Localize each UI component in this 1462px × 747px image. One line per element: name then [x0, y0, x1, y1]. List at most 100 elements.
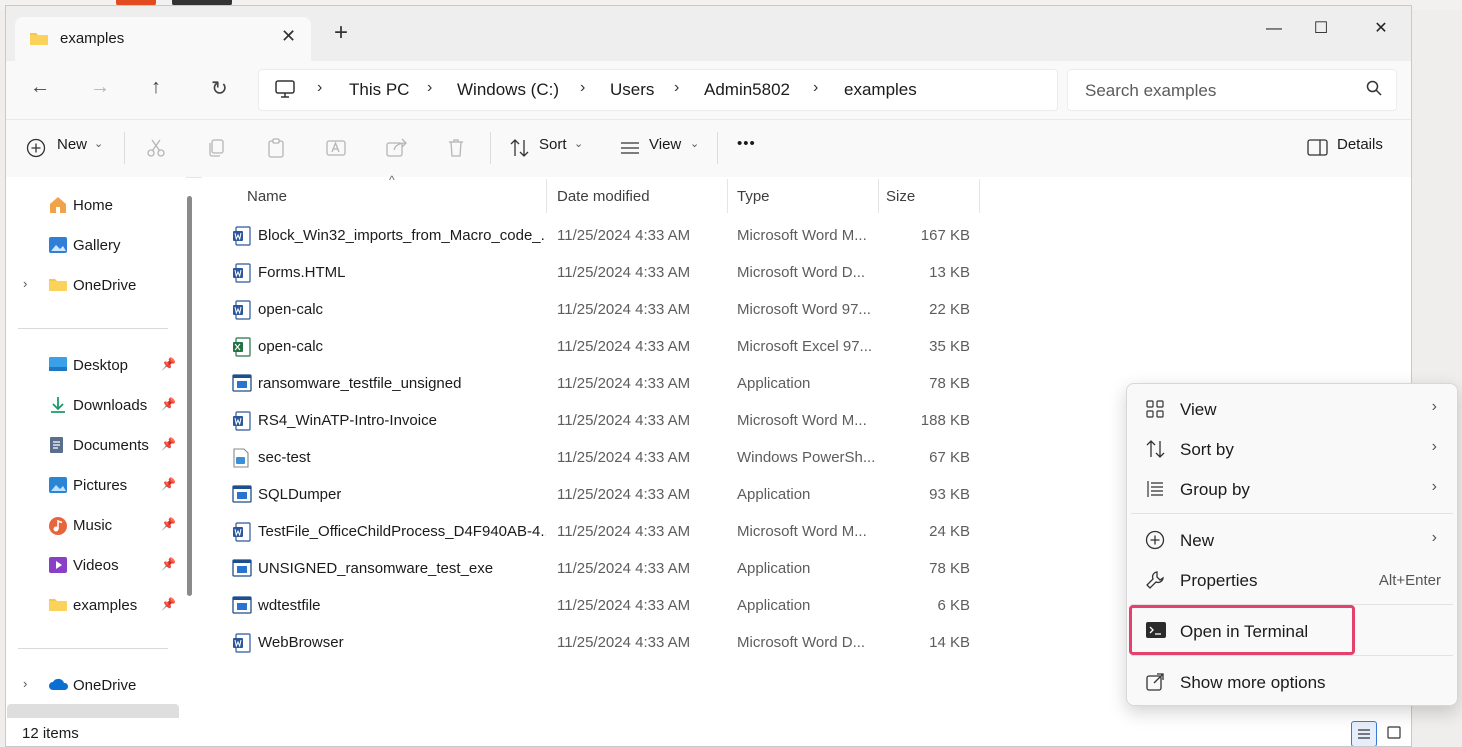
menu-item-view[interactable]: View ›	[1131, 388, 1453, 428]
sidebar-item-music[interactable]: Music 📌	[6, 508, 181, 542]
details-view-button[interactable]	[1351, 721, 1377, 746]
sort-icon	[509, 138, 531, 163]
tiles-view-button[interactable]	[1382, 721, 1406, 745]
pin-icon[interactable]: 📌	[161, 357, 176, 371]
sidebar-item-downloads[interactable]: Downloads 📌	[6, 388, 181, 422]
pin-icon[interactable]: 📌	[161, 437, 176, 451]
column-header-size[interactable]: Size	[879, 181, 979, 215]
rename-icon[interactable]	[326, 138, 348, 163]
breadcrumb-users[interactable]: Users	[610, 80, 654, 100]
file-row[interactable]: UNSIGNED_ransomware_test_exe 11/25/2024 4…	[222, 550, 982, 587]
menu-item-group-by[interactable]: Group by ›	[1131, 468, 1453, 508]
file-row[interactable]: SQLDumper 11/25/2024 4:33 AM Application 93…	[222, 476, 982, 513]
up-button[interactable]: ↑	[151, 76, 161, 99]
file-type: Microsoft Word M...	[737, 412, 867, 429]
sidebar-item-onedrive-folder[interactable]: › OneDrive	[6, 268, 181, 302]
new-tab-button[interactable]: +	[334, 21, 348, 45]
breadcrumb-windows-c[interactable]: Windows (C:)	[457, 80, 559, 100]
menu-item-new[interactable]: New ›	[1131, 519, 1453, 559]
breadcrumb-examples[interactable]: examples	[844, 80, 917, 100]
file-row[interactable]: wdtestfile 11/25/2024 4:33 AM Application 6…	[222, 587, 982, 624]
sort-button[interactable]: Sort	[539, 136, 567, 153]
sidebar-item-documents[interactable]: Documents 📌	[6, 428, 181, 462]
file-type: Microsoft Word M...	[737, 227, 867, 244]
close-tab-icon[interactable]: ✕	[281, 26, 296, 47]
back-button[interactable]: ←	[30, 76, 50, 99]
file-date: 11/25/2024 4:33 AM	[557, 634, 691, 651]
share-icon[interactable]	[386, 138, 408, 163]
file-date: 11/25/2024 4:33 AM	[557, 264, 691, 281]
sidebar-selected-item[interactable]	[7, 704, 179, 718]
copy-icon[interactable]	[206, 138, 226, 163]
pin-icon[interactable]: 📌	[161, 517, 176, 531]
tab-examples[interactable]: examples ✕	[15, 17, 311, 61]
pin-icon[interactable]: 📌	[161, 477, 176, 491]
column-header-name[interactable]: Name ^	[232, 173, 546, 215]
column-header-label: Name	[247, 188, 288, 205]
sidebar-item-label: Videos	[73, 557, 119, 574]
search-icon[interactable]	[1366, 80, 1382, 101]
item-count: 12 items	[22, 725, 79, 742]
sidebar-item-videos[interactable]: Videos 📌	[6, 548, 181, 582]
menu-item-properties[interactable]: Properties Alt+Enter	[1131, 559, 1453, 599]
chevron-right-icon: ›	[1431, 478, 1437, 495]
pin-icon[interactable]: 📌	[161, 597, 176, 611]
chevron-right-icon[interactable]: ›	[23, 676, 27, 691]
refresh-button[interactable]: ↻	[211, 76, 228, 101]
file-row[interactable]: Forms.HTML 11/25/2024 4:33 AM Microsoft Wo…	[222, 254, 982, 291]
forward-button[interactable]: →	[90, 76, 110, 99]
close-window-button[interactable]: ✕	[1358, 12, 1404, 46]
sidebar-item-label: Home	[73, 197, 114, 214]
file-size: 93 KB	[929, 486, 970, 503]
navigation-pane: Home Gallery › OneDrive Desktop 📌 Downlo…	[6, 177, 186, 717]
file-row[interactable]: Block_Win32_imports_from_Macro_code_... 1…	[222, 217, 982, 254]
new-button[interactable]: New	[57, 136, 87, 153]
sidebar-item-gallery[interactable]: Gallery	[6, 228, 181, 262]
file-name: Forms.HTML	[258, 264, 346, 281]
column-header-type[interactable]: Type	[728, 181, 878, 215]
minimize-button[interactable]: —	[1251, 12, 1297, 46]
sidebar-item-onedrive[interactable]: › OneDrive	[6, 668, 181, 702]
delete-icon[interactable]	[446, 138, 466, 163]
breadcrumb-admin[interactable]: Admin5802	[704, 80, 790, 100]
cut-icon[interactable]	[146, 138, 166, 163]
divider	[124, 132, 125, 164]
file-row[interactable]: open-calc 11/25/2024 4:33 AM Microsoft Exc…	[222, 328, 982, 365]
wrench-icon	[1145, 570, 1165, 595]
sidebar-item-examples[interactable]: examples 📌	[6, 588, 181, 622]
file-row[interactable]: open-calc 11/25/2024 4:33 AM Microsoft Wor…	[222, 291, 982, 328]
chevron-right-icon[interactable]: ›	[23, 276, 27, 291]
menu-item-show-more-options[interactable]: Show more options	[1131, 661, 1453, 701]
search-box[interactable]: Search examples	[1067, 69, 1397, 111]
view-button[interactable]: View	[649, 136, 681, 153]
word-document-icon	[232, 263, 252, 288]
file-name: Block_Win32_imports_from_Macro_code_...	[258, 227, 546, 244]
file-name: open-calc	[258, 338, 324, 355]
file-row[interactable]: ransomware_testfile_unsigned 11/25/2024 4…	[222, 365, 982, 402]
details-button[interactable]: Details	[1337, 136, 1383, 153]
file-name: WebBrowser	[258, 634, 344, 651]
sidebar-item-desktop[interactable]: Desktop 📌	[6, 348, 181, 382]
sidebar-item-home[interactable]: Home	[6, 188, 181, 222]
menu-item-sort-by[interactable]: Sort by ›	[1131, 428, 1453, 468]
file-row[interactable]: WebBrowser 11/25/2024 4:33 AM Microsoft Wo…	[222, 624, 982, 661]
menu-divider	[1131, 513, 1453, 514]
menu-item-label: Group by	[1180, 480, 1250, 499]
pin-icon[interactable]: 📌	[161, 557, 176, 571]
maximize-button[interactable]: ☐	[1298, 12, 1344, 46]
sidebar-item-pictures[interactable]: Pictures 📌	[6, 468, 181, 502]
more-options-button[interactable]: •••	[737, 135, 756, 152]
paste-icon[interactable]	[266, 138, 286, 163]
file-row[interactable]: TestFile_OfficeChildProcess_D4F940AB-4..…	[222, 513, 982, 550]
file-row[interactable]: sec-test 11/25/2024 4:33 AM Windows PowerS…	[222, 439, 982, 476]
pin-icon[interactable]: 📌	[161, 397, 176, 411]
menu-divider	[1131, 655, 1453, 656]
address-bar[interactable]: › This PC › Windows (C:) › Users › Admin…	[258, 69, 1058, 111]
column-header-date[interactable]: Date modified	[547, 181, 727, 215]
file-size: 14 KB	[929, 634, 970, 651]
details-pane-icon	[1307, 139, 1329, 162]
sidebar-scrollbar[interactable]	[187, 196, 192, 596]
column-divider[interactable]	[979, 179, 980, 213]
breadcrumb-this-pc[interactable]: This PC	[349, 80, 409, 100]
file-row[interactable]: RS4_WinATP-Intro-Invoice 11/25/2024 4:33 …	[222, 402, 982, 439]
